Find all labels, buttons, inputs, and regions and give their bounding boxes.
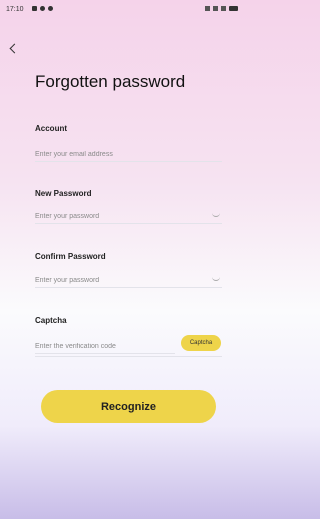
account-label: Account: [35, 124, 67, 133]
status-time: 17:10: [6, 6, 24, 13]
account-input[interactable]: [35, 147, 222, 162]
status-system-icons: [205, 6, 238, 11]
notification-icon: [32, 6, 37, 11]
confirm-password-input[interactable]: [35, 273, 222, 288]
status-notification-icons: [32, 6, 53, 11]
new-password-label: New Password: [35, 189, 92, 198]
status-bar: 17:10: [0, 0, 246, 20]
captcha-input[interactable]: [35, 339, 175, 354]
confirm-password-label: Confirm Password: [35, 252, 106, 261]
signal-icon: [213, 6, 218, 11]
back-arrow-icon[interactable]: [9, 43, 20, 54]
notification-icon: [40, 6, 45, 11]
page-title: Forgotten password: [35, 72, 186, 91]
new-password-input[interactable]: [35, 209, 222, 224]
notification-icon: [48, 6, 53, 11]
recognize-button[interactable]: Recognize: [41, 390, 216, 423]
wifi-icon: [221, 6, 226, 11]
captcha-label: Captcha: [35, 316, 67, 325]
battery-icon: [229, 6, 238, 11]
captcha-button[interactable]: Captcha: [181, 335, 221, 351]
signal-icon: [205, 6, 210, 11]
captcha-underline: [35, 356, 222, 357]
